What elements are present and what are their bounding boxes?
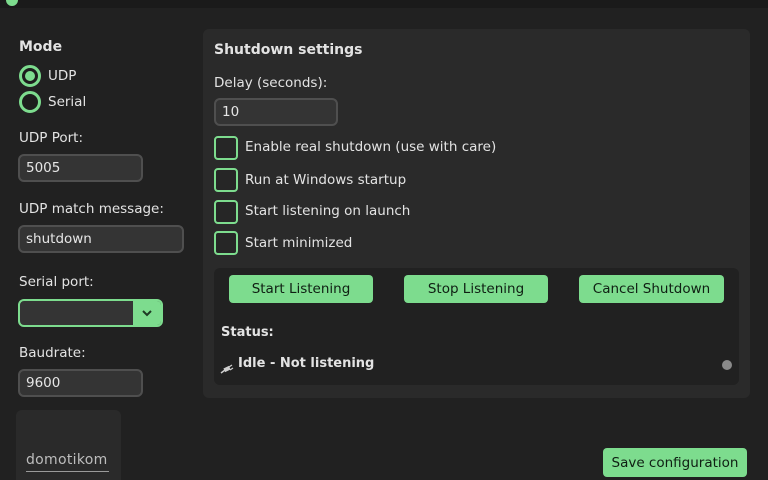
enable-shutdown-checkbox[interactable] <box>214 136 238 160</box>
delay-input[interactable] <box>214 98 338 126</box>
chevron-down-icon[interactable] <box>133 301 161 325</box>
udp-radio[interactable] <box>19 65 41 87</box>
cancel-shutdown-button[interactable]: Cancel Shutdown <box>579 275 724 303</box>
udp-port-input[interactable] <box>18 154 143 182</box>
windows-startup-label[interactable]: Run at Windows startup <box>245 172 406 188</box>
start-listening-button[interactable]: Start Listening <box>229 275 373 303</box>
udp-port-label: UDP Port: <box>19 130 84 146</box>
shutdown-heading: Shutdown settings <box>214 42 363 58</box>
serial-port-combobox[interactable] <box>18 299 163 327</box>
mode-heading: Mode <box>19 39 63 55</box>
serial-port-label: Serial port: <box>19 274 94 290</box>
domotikom-logo: domotikom <box>26 452 108 468</box>
udp-match-input[interactable] <box>18 225 184 253</box>
listen-on-launch-label[interactable]: Start listening on launch <box>245 203 410 219</box>
title-bar <box>0 0 768 8</box>
udp-match-label: UDP match message: <box>19 201 164 217</box>
start-minimized-label[interactable]: Start minimized <box>245 235 352 251</box>
serial-radio[interactable] <box>19 91 41 113</box>
listen-on-launch-checkbox[interactable] <box>214 200 238 224</box>
logo-frame: domotikom <box>16 410 121 480</box>
baudrate-label: Baudrate: <box>19 345 86 361</box>
udp-radio-label[interactable]: UDP <box>48 68 76 84</box>
delay-label: Delay (seconds): <box>214 75 328 91</box>
baudrate-input[interactable] <box>18 369 143 397</box>
start-minimized-checkbox[interactable] <box>214 231 238 255</box>
windows-startup-checkbox[interactable] <box>214 168 238 192</box>
status-label: Status: <box>221 325 274 340</box>
save-configuration-button[interactable]: Save configuration <box>603 448 747 477</box>
stop-listening-button[interactable]: Stop Listening <box>404 275 548 303</box>
status-indicator <box>722 360 732 370</box>
logo-underline <box>26 471 109 472</box>
plug-icon <box>220 360 234 379</box>
enable-shutdown-label[interactable]: Enable real shutdown (use with care) <box>245 139 496 155</box>
status-text: Idle - Not listening <box>238 356 375 371</box>
app-icon <box>6 0 18 6</box>
serial-radio-label[interactable]: Serial <box>48 94 86 110</box>
